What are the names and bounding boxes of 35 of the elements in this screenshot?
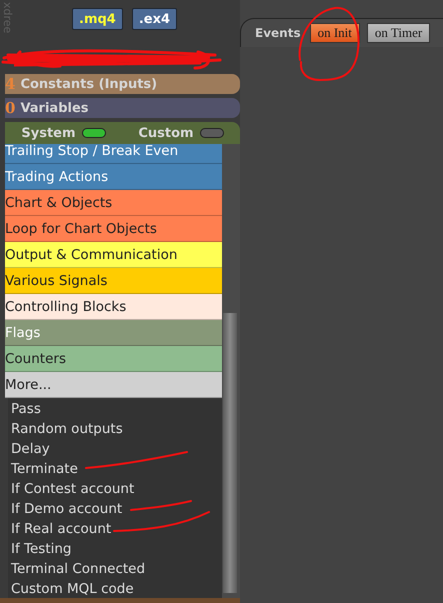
toggle-label: System bbox=[21, 126, 76, 140]
category-item[interactable]: More... bbox=[5, 372, 222, 398]
menu-item[interactable]: Custom MQL code bbox=[8, 579, 222, 598]
scroll-thumb[interactable] bbox=[223, 313, 237, 593]
category-item[interactable]: Loop for Chart Objects bbox=[5, 216, 222, 242]
category-item[interactable]: Counters bbox=[5, 346, 222, 372]
section-count: 0 bbox=[5, 99, 16, 117]
menu-item[interactable]: Delay bbox=[8, 439, 222, 459]
category-item[interactable]: Various Signals bbox=[5, 268, 222, 294]
section-count: 4 bbox=[5, 75, 16, 93]
events-label: Events bbox=[255, 26, 301, 40]
scrollbar[interactable] bbox=[222, 144, 240, 598]
event-tab[interactable]: on Timer bbox=[366, 23, 430, 43]
category-item[interactable]: Trailing Stop / Break Even bbox=[5, 144, 222, 164]
file-button[interactable]: .mq4 bbox=[72, 8, 123, 30]
toggle-label: Custom bbox=[138, 126, 194, 140]
menu-item[interactable]: If Real account bbox=[8, 519, 222, 539]
menu-item[interactable]: Random outputs bbox=[8, 419, 222, 439]
menu-item[interactable]: If Testing bbox=[8, 539, 222, 559]
event-tab[interactable]: on Init bbox=[310, 23, 360, 43]
toggle-switch[interactable] bbox=[200, 128, 224, 138]
category-item[interactable]: Output & Communication bbox=[5, 242, 222, 268]
category-item[interactable]: Chart & Objects bbox=[5, 190, 222, 216]
category-item[interactable]: Trading Actions bbox=[5, 164, 222, 190]
section-label: Constants (Inputs) bbox=[20, 76, 158, 92]
toggle-switch[interactable] bbox=[82, 128, 106, 138]
menu-item[interactable]: Terminal Connected bbox=[8, 559, 222, 579]
menu-item[interactable]: Terminate bbox=[8, 459, 222, 479]
section-bar[interactable]: 0 Variables bbox=[5, 98, 240, 118]
section-label: Variables bbox=[20, 100, 89, 116]
file-button[interactable]: .ex4 bbox=[132, 8, 178, 30]
menu-item[interactable]: If Contest account bbox=[8, 479, 222, 499]
menu-item[interactable]: If Demo account bbox=[8, 499, 222, 519]
category-item[interactable]: Controlling Blocks bbox=[5, 294, 222, 320]
menu-item[interactable]: Pass bbox=[8, 399, 222, 419]
